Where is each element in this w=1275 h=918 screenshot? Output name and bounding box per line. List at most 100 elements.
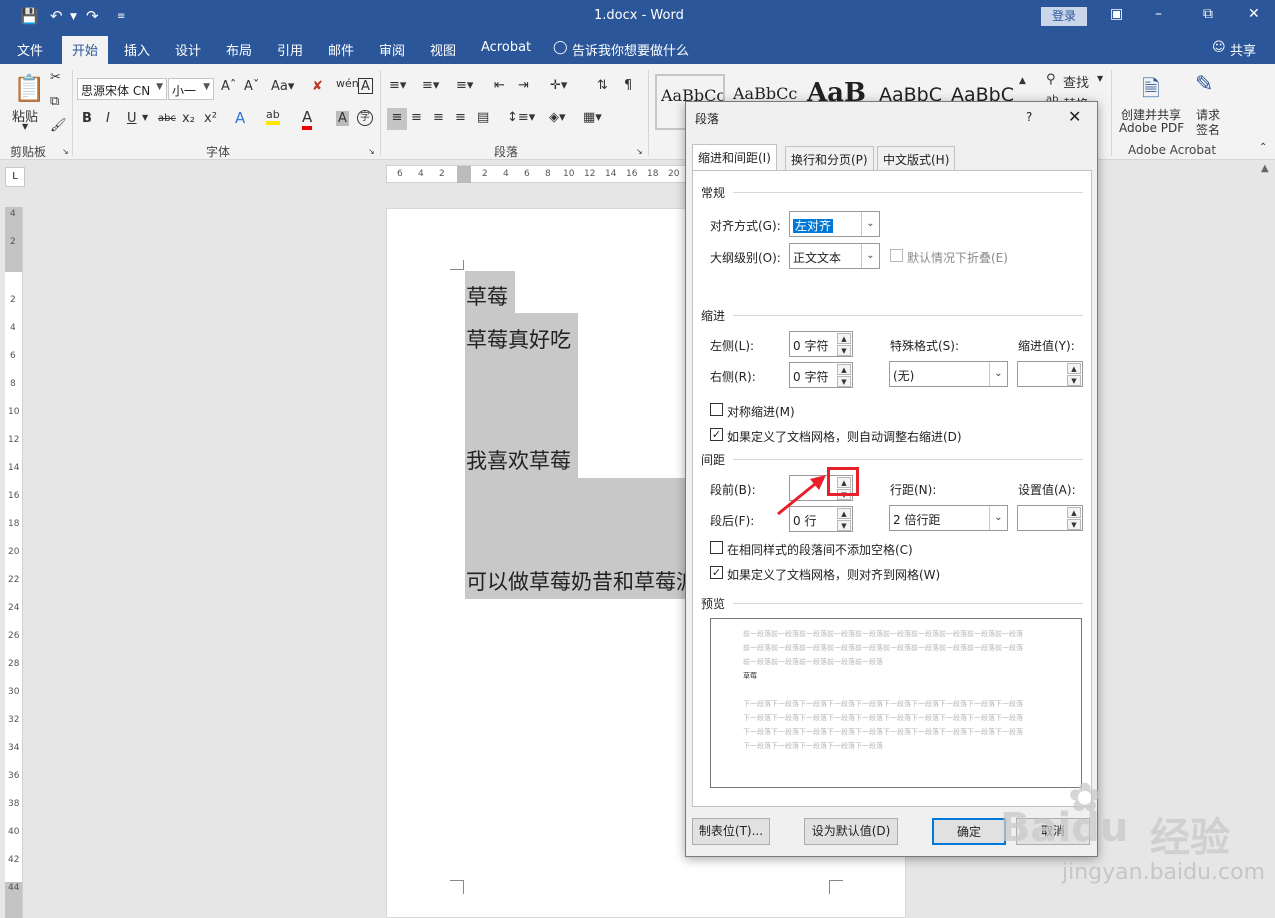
underline-dropdown-icon[interactable]: ▼ xyxy=(142,113,148,122)
tabs-button[interactable]: 制表位(T)... xyxy=(692,818,770,845)
spin-down-icon[interactable]: ▼ xyxy=(837,345,851,356)
spacing-at-spinner[interactable]: ▲ ▼ xyxy=(1017,505,1083,531)
doc-line[interactable]: 我喜欢草莓 xyxy=(466,445,571,475)
align-left-icon[interactable]: ≡ xyxy=(387,108,407,130)
italic-icon[interactable]: I xyxy=(106,111,110,126)
numbering-icon[interactable]: ≡▾ xyxy=(422,78,439,93)
change-case-icon[interactable]: Aa▾ xyxy=(271,79,294,94)
tell-me-icon[interactable]: ◯ xyxy=(553,40,568,55)
doc-line[interactable]: 草莓 xyxy=(466,281,508,311)
font-color-icon[interactable]: A xyxy=(302,108,313,130)
indent-right-spinner[interactable]: 0 字符 ▲ ▼ xyxy=(789,362,853,388)
indent-by-spinner[interactable]: ▲ ▼ xyxy=(1017,361,1083,387)
text-effects-icon[interactable]: A xyxy=(235,109,245,127)
alignment-select[interactable]: 左对齐 ⌄ xyxy=(789,211,880,237)
paste-icon[interactable]: 📋 xyxy=(13,74,45,104)
vertical-ruler[interactable]: 4 2 2 4 6 8 10 12 14 16 18 20 22 24 26 2… xyxy=(5,207,23,918)
strikethrough-icon[interactable]: abc xyxy=(158,113,176,124)
spin-down-icon[interactable]: ▼ xyxy=(837,520,851,531)
tab-indents-spacing[interactable]: 缩进和间距(I) xyxy=(692,144,777,171)
doc-line[interactable]: 草莓真好吃 xyxy=(466,324,571,354)
char-border-icon[interactable]: A xyxy=(358,78,373,94)
spin-down-icon[interactable]: ▼ xyxy=(837,376,851,387)
show-marks-icon[interactable]: ¶ xyxy=(624,78,632,93)
restore-icon[interactable]: ⧉ xyxy=(1203,6,1213,22)
indent-left-spinner[interactable]: 0 字符 ▲ ▼ xyxy=(789,331,853,357)
create-pdf-line2[interactable]: Adobe PDF xyxy=(1119,121,1184,135)
request-signature-icon[interactable]: ✎ xyxy=(1195,72,1213,97)
mirror-indent-checkbox[interactable] xyxy=(710,403,723,416)
horizontal-ruler[interactable]: 6 4 2 2 4 6 8 10 12 14 16 18 20 xyxy=(386,165,691,183)
tab-insert[interactable]: 插入 xyxy=(124,40,150,59)
special-select[interactable]: (无) ⌄ xyxy=(889,361,1008,387)
bold-icon[interactable]: B xyxy=(82,111,92,126)
copy-icon[interactable]: ⧉ xyxy=(50,94,59,109)
tab-line-page-breaks[interactable]: 换行和分页(P) xyxy=(785,146,874,170)
clipboard-launcher-icon[interactable]: ↘ xyxy=(62,147,69,156)
find-dropdown-icon[interactable]: ▼ xyxy=(1097,74,1103,83)
line-spacing-select[interactable]: 2 倍行距 ⌄ xyxy=(889,505,1008,531)
close-icon[interactable]: ✕ xyxy=(1248,6,1260,22)
underline-icon[interactable]: U xyxy=(127,111,137,126)
styles-scroll-up-icon[interactable]: ▲ xyxy=(1019,76,1026,86)
align-center-icon[interactable]: ≡ xyxy=(411,110,422,125)
clear-format-icon[interactable]: ✘ xyxy=(312,79,323,94)
enclose-char-icon[interactable]: 字 xyxy=(357,110,373,126)
minimize-icon[interactable]: – xyxy=(1155,6,1162,22)
tab-layout[interactable]: 布局 xyxy=(226,40,252,59)
doc-line[interactable]: 可以做草莓奶昔和草莓派 xyxy=(466,566,688,596)
tab-references[interactable]: 引用 xyxy=(277,40,303,59)
snap-to-grid-checkbox[interactable]: ✓ xyxy=(710,566,723,579)
highlight-icon[interactable]: ab xyxy=(266,108,280,125)
spin-up-icon[interactable]: ▲ xyxy=(1067,507,1081,518)
tab-mailings[interactable]: 邮件 xyxy=(328,40,354,59)
font-size-combo[interactable]: 小一 ▼ xyxy=(168,78,214,100)
subscript-icon[interactable]: x₂ xyxy=(182,111,195,126)
increase-indent-icon[interactable]: ⇥ xyxy=(518,78,529,93)
tab-design[interactable]: 设计 xyxy=(175,40,201,59)
undo-dropdown-icon[interactable]: ▼ xyxy=(70,12,77,22)
font-name-combo[interactable]: 思源宋体 CN ▼ xyxy=(77,78,167,100)
find-button[interactable]: 查找 xyxy=(1063,72,1089,91)
multilevel-list-icon[interactable]: ≡▾ xyxy=(456,78,473,93)
tab-acrobat[interactable]: Acrobat xyxy=(481,40,531,55)
borders-icon[interactable]: ▦▾ xyxy=(583,110,602,125)
align-right-icon[interactable]: ≡ xyxy=(433,110,444,125)
tab-review[interactable]: 审阅 xyxy=(379,40,405,59)
redo-icon[interactable]: ↷ xyxy=(86,7,99,25)
shading-icon[interactable]: ◈▾ xyxy=(549,110,566,125)
ok-button[interactable]: 确定 xyxy=(932,818,1006,845)
justify-icon[interactable]: ≡ xyxy=(455,110,466,125)
tab-home[interactable]: 开始 xyxy=(62,36,109,64)
bullets-icon[interactable]: ≡▾ xyxy=(389,78,406,93)
collapse-checkbox[interactable] xyxy=(890,249,903,262)
set-default-button[interactable]: 设为默认值(D) xyxy=(804,818,898,845)
asian-layout-icon[interactable]: ✛▾ xyxy=(550,78,567,93)
undo-icon[interactable]: ↶ xyxy=(50,7,63,25)
share-button[interactable]: 共享 xyxy=(1230,40,1256,59)
format-painter-icon[interactable]: 🖌 xyxy=(50,118,67,133)
spin-up-icon[interactable]: ▲ xyxy=(1067,363,1081,374)
line-spacing-icon[interactable]: ↕≡▾ xyxy=(507,110,535,125)
shrink-font-icon[interactable]: Aˇ xyxy=(244,79,259,94)
collapse-ribbon-icon[interactable]: ⌃ xyxy=(1259,142,1267,153)
phonetic-guide-icon[interactable]: wén xyxy=(336,77,359,90)
tell-me-input[interactable]: 告诉我你想要做什么 xyxy=(572,40,689,59)
tab-asian-typography[interactable]: 中文版式(H) xyxy=(877,146,956,170)
spin-up-icon[interactable]: ▲ xyxy=(837,333,851,344)
help-button[interactable]: ? xyxy=(1026,110,1032,124)
no-space-same-style-checkbox[interactable] xyxy=(710,541,723,554)
tab-view[interactable]: 视图 xyxy=(430,40,456,59)
customize-qat-icon[interactable]: ≡ xyxy=(117,11,125,22)
paragraph-launcher-icon[interactable]: ↘ xyxy=(636,147,643,156)
outline-level-select[interactable]: 正文文本 ⌄ xyxy=(789,243,880,269)
scroll-up-icon[interactable]: ▲ xyxy=(1261,163,1269,174)
dialog-close-icon[interactable]: ✕ xyxy=(1068,107,1081,126)
sort-icon[interactable]: ⇅ xyxy=(597,78,608,93)
login-button[interactable]: 登录 xyxy=(1041,7,1087,26)
auto-right-indent-checkbox[interactable]: ✓ xyxy=(710,428,723,441)
spin-up-icon[interactable]: ▲ xyxy=(837,364,851,375)
cut-icon[interactable]: ✂ xyxy=(50,70,61,85)
indent-marker-icon[interactable] xyxy=(457,166,471,183)
paste-dropdown-icon[interactable]: ▼ xyxy=(22,122,28,131)
